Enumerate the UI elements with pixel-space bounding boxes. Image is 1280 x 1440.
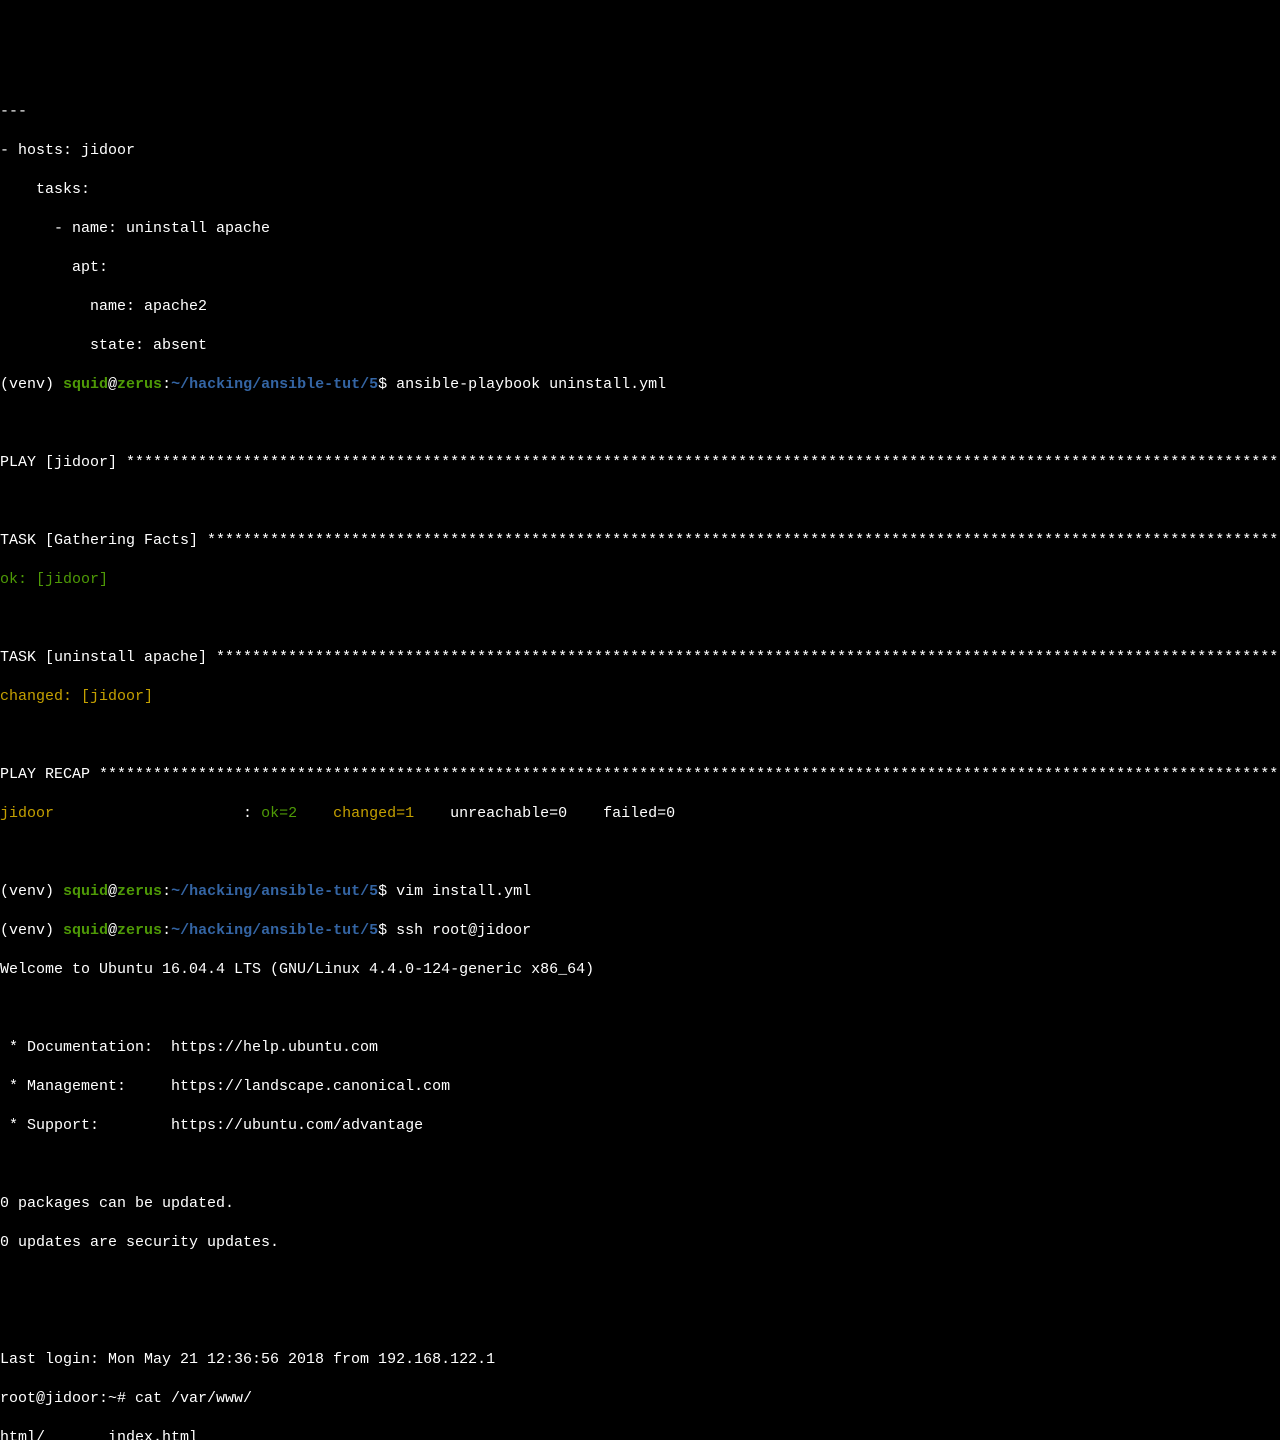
root-prompt-line: root@jidoor:~# cat /var/www/	[0, 1389, 1280, 1409]
update-info: 0 updates are security updates.	[0, 1233, 1280, 1253]
prompt-path: ~/hacking/ansible-tut/5	[171, 883, 378, 900]
ssh-info: * Support: https://ubuntu.com/advantage	[0, 1116, 1280, 1136]
prompt-host: zerus	[117, 922, 162, 939]
command-text: ssh root@jidoor	[396, 922, 531, 939]
last-login: Last login: Mon May 21 12:36:56 2018 fro…	[0, 1350, 1280, 1370]
recap-ok: ok=2	[261, 805, 324, 822]
update-info: 0 packages can be updated.	[0, 1194, 1280, 1214]
shell-prompt-line: (venv) squid@zerus:~/hacking/ansible-tut…	[0, 921, 1280, 941]
task-header: TASK [Gathering Facts] *****************…	[0, 531, 1280, 551]
blank-line	[0, 414, 1280, 434]
blank-line	[0, 492, 1280, 512]
prompt-host: zerus	[117, 883, 162, 900]
play-header: PLAY [jidoor] **************************…	[0, 453, 1280, 473]
task-result-changed: changed: [jidoor]	[0, 687, 1280, 707]
recap-host: jidoor	[0, 805, 54, 822]
prompt-path: ~/hacking/ansible-tut/5	[171, 376, 378, 393]
shell-prompt-line: (venv) squid@zerus:~/hacking/ansible-tut…	[0, 882, 1280, 902]
blank-line	[0, 609, 1280, 629]
prompt-host: zerus	[117, 376, 162, 393]
blank-line	[0, 1311, 1280, 1331]
tab-completion: html/ index.html	[0, 1428, 1280, 1440]
blank-line	[0, 726, 1280, 746]
blank-line	[0, 843, 1280, 863]
prompt-user: squid	[63, 922, 108, 939]
command-text: cat /var/www/	[135, 1390, 252, 1407]
yaml-line: ---	[0, 102, 1280, 122]
recap-unreachable: unreachable=0	[441, 805, 594, 822]
yaml-line: - hosts: jidoor	[0, 141, 1280, 161]
ssh-welcome: Welcome to Ubuntu 16.04.4 LTS (GNU/Linux…	[0, 960, 1280, 980]
task-header: TASK [uninstall apache] ****************…	[0, 648, 1280, 668]
prompt-path: ~/hacking/ansible-tut/5	[171, 922, 378, 939]
blank-line	[0, 999, 1280, 1019]
shell-prompt-line: (venv) squid@zerus:~/hacking/ansible-tut…	[0, 375, 1280, 395]
yaml-line: name: apache2	[0, 297, 1280, 317]
command-text: vim install.yml	[396, 883, 531, 900]
play-recap-header: PLAY RECAP *****************************…	[0, 765, 1280, 785]
play-recap-line: jidoor : ok=2 changed=1 unreachable=0 fa…	[0, 804, 1280, 824]
command-text: ansible-playbook uninstall.yml	[396, 376, 666, 393]
ssh-info: * Documentation: https://help.ubuntu.com	[0, 1038, 1280, 1058]
recap-changed: changed=1	[324, 805, 441, 822]
ssh-info: * Management: https://landscape.canonica…	[0, 1077, 1280, 1097]
root-prompt: root@jidoor:~#	[0, 1390, 135, 1407]
task-result-ok: ok: [jidoor]	[0, 570, 1280, 590]
prompt-user: squid	[63, 376, 108, 393]
prompt-user: squid	[63, 883, 108, 900]
yaml-line: apt:	[0, 258, 1280, 278]
yaml-line: state: absent	[0, 336, 1280, 356]
terminal-output[interactable]: --- - hosts: jidoor tasks: - name: unins…	[0, 82, 1280, 1440]
recap-failed: failed=0	[594, 805, 675, 822]
yaml-line: - name: uninstall apache	[0, 219, 1280, 239]
yaml-line: tasks:	[0, 180, 1280, 200]
blank-line	[0, 1155, 1280, 1175]
blank-line	[0, 1272, 1280, 1292]
